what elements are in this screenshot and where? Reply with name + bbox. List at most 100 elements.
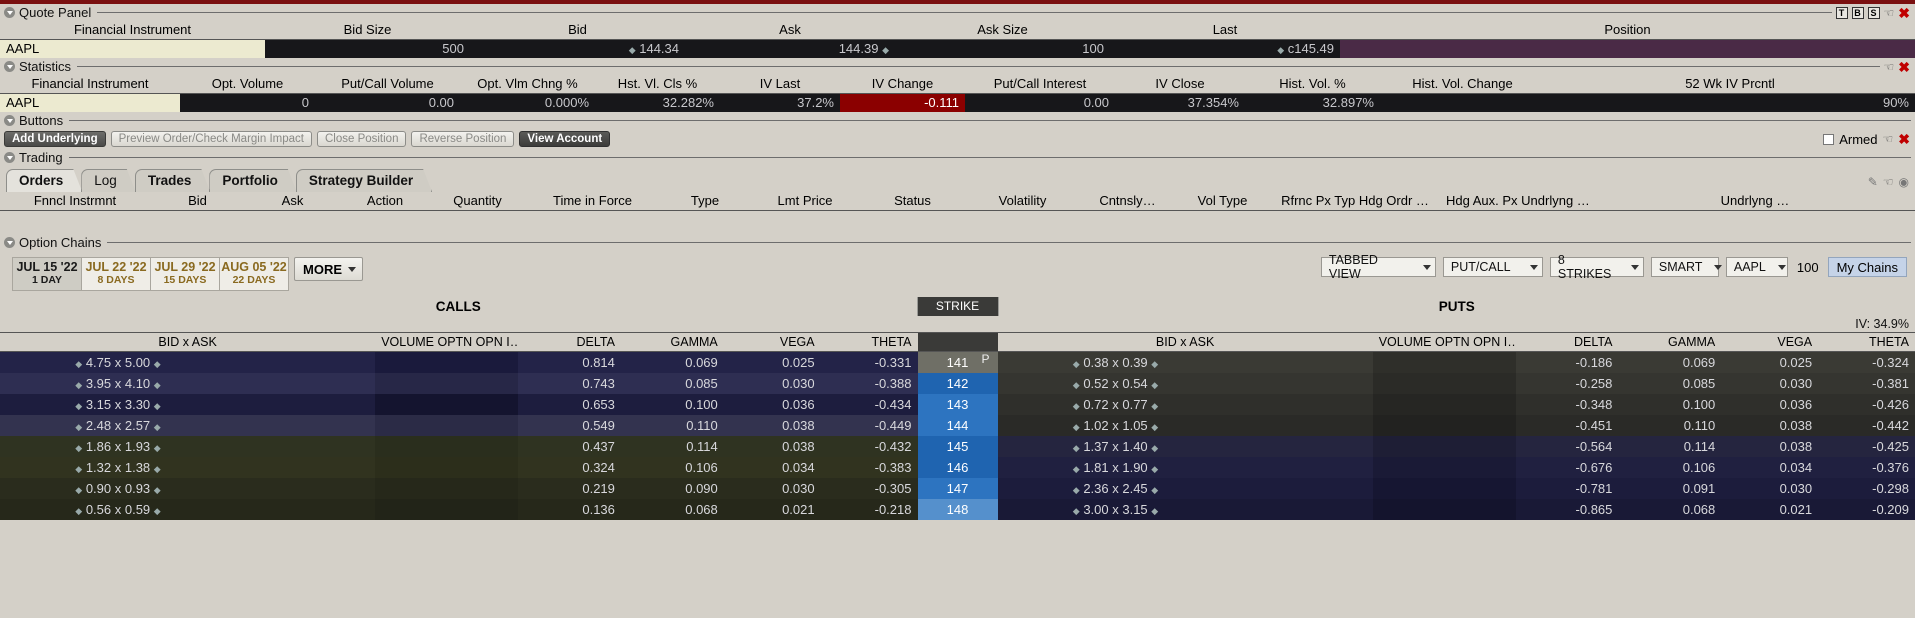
hand-icon[interactable]: ☜ <box>1884 7 1895 19</box>
col-bid[interactable]: Bid <box>150 192 245 211</box>
col-opt-volume[interactable]: Opt. Volume <box>180 75 315 94</box>
armed-control[interactable]: Armed ☜ ✖ <box>1823 132 1915 147</box>
strike-cell[interactable]: 146 <box>917 456 998 478</box>
col-quantity[interactable]: Quantity <box>430 192 525 211</box>
statistics-header-icons[interactable]: ☜ ✖ <box>1884 60 1915 74</box>
strike-row[interactable]: 143 <box>917 393 998 415</box>
put-bid-ask[interactable]: ◆ 2.36 x 2.45 ◆ <box>997 477 1234 499</box>
col-bid-size[interactable]: Bid Size <box>265 21 470 40</box>
col-time-in-force[interactable]: Time in Force <box>525 192 660 211</box>
tab-log[interactable]: Log <box>81 169 136 192</box>
statistics-data-row[interactable]: AAPL 0 0.00 0.000% 32.282% 37.2% -0.111 … <box>0 93 1915 112</box>
col-call-volume-oi[interactable]: VOLUME OPTN OPN I… <box>375 332 519 352</box>
help-icon[interactable]: ◉ <box>1899 175 1909 189</box>
strike-row[interactable]: 141 P <box>917 351 998 373</box>
calls-row[interactable]: ◆ 2.48 x 2.57 ◆ 0.549 0.110 0.038 -0.449 <box>0 414 918 436</box>
col-put-call-volume[interactable]: Put/Call Volume <box>315 75 460 94</box>
put-bid-ask[interactable]: ◆ 0.52 x 0.54 ◆ <box>997 372 1234 394</box>
hand-icon[interactable]: ☜ <box>1884 61 1895 73</box>
col-call-theta[interactable]: THETA <box>820 332 918 352</box>
tab-orders[interactable]: Orders <box>6 169 82 192</box>
call-bid-ask[interactable]: ◆ 4.75 x 5.00 ◆ <box>0 351 237 373</box>
strike-row[interactable]: 142 <box>917 372 998 394</box>
col-fnncl-instrmnt[interactable]: Fnncl Instrmnt <box>0 192 150 211</box>
call-bid-ask[interactable]: ◆ 3.15 x 3.30 ◆ <box>0 393 237 415</box>
puts-row[interactable]: ◆ 1.81 x 1.90 ◆ -0.676 0.106 0.034 -0.376 <box>997 456 1915 478</box>
calls-row[interactable]: ◆ 3.15 x 3.30 ◆ 0.653 0.100 0.036 -0.434 <box>0 393 918 415</box>
call-bid-ask[interactable]: ◆ 1.86 x 1.93 ◆ <box>0 435 237 457</box>
col-put-volume-oi[interactable]: VOLUME OPTN OPN I… <box>1372 332 1516 352</box>
stat-instrument[interactable]: AAPL <box>0 93 180 112</box>
col-call-bid-ask[interactable]: BID x ASK <box>0 332 376 352</box>
col-opt-vlm-chng[interactable]: Opt. Vlm Chng % <box>460 75 595 94</box>
col-put-gamma[interactable]: GAMMA <box>1618 332 1722 352</box>
col-bid[interactable]: Bid <box>470 21 685 40</box>
col-put-vega[interactable]: VEGA <box>1721 332 1819 352</box>
puts-row[interactable]: ◆ 0.52 x 0.54 ◆ -0.258 0.085 0.030 -0.381 <box>997 372 1915 394</box>
strike-row[interactable]: 147 <box>917 477 998 499</box>
col-financial-instrument[interactable]: Financial Instrument <box>0 75 180 94</box>
trading-header-icons[interactable]: ✎ ☜ ◉ <box>1868 175 1915 192</box>
close-icon[interactable]: ✖ <box>1898 6 1910 20</box>
calls-row[interactable]: ◆ 4.75 x 5.00 ◆ 0.814 0.069 0.025 -0.331 <box>0 351 918 373</box>
close-icon[interactable]: ✖ <box>1898 132 1910 146</box>
puts-row[interactable]: ◆ 1.02 x 1.05 ◆ -0.451 0.110 0.038 -0.442 <box>997 414 1915 436</box>
note-icon[interactable]: ✎ <box>1868 175 1878 189</box>
col-hist-vol-change[interactable]: Hist. Vol. Change <box>1380 75 1545 94</box>
col-call-gamma[interactable]: GAMMA <box>620 332 724 352</box>
col-action[interactable]: Action <box>340 192 430 211</box>
col-volatility[interactable]: Volatility <box>965 192 1080 211</box>
strike-cell[interactable]: 147 <box>917 477 998 499</box>
tab-trades[interactable]: Trades <box>135 169 211 192</box>
expiration-tab-jul-22[interactable]: JUL 22 '22 8 DAYS <box>81 257 151 291</box>
col-iv-change[interactable]: IV Change <box>840 75 965 94</box>
call-bid-ask[interactable]: ◆ 0.90 x 0.93 ◆ <box>0 477 237 499</box>
statistics-header[interactable]: Statistics ☜ ✖ <box>0 58 1915 75</box>
col-put-bid-ask[interactable]: BID x ASK <box>997 332 1373 352</box>
col-hst-vl-cls[interactable]: Hst. Vl. Cls % <box>595 75 720 94</box>
strikes-select[interactable]: 8 STRIKES <box>1549 253 1644 281</box>
call-bid-ask[interactable]: ◆ 0.56 x 0.59 ◆ <box>0 498 237 520</box>
col-financial-instrument[interactable]: Financial Instrument <box>0 21 265 40</box>
close-icon[interactable]: ✖ <box>1898 60 1910 74</box>
close-position-button[interactable]: Close Position <box>316 131 407 147</box>
collapse-chevron-icon[interactable] <box>4 115 15 126</box>
col-undrlyng[interactable]: Undrlyng … <box>1595 192 1915 211</box>
reverse-position-button[interactable]: Reverse Position <box>411 131 515 147</box>
strike-cell[interactable]: 141 P <box>917 351 998 373</box>
tab-portfolio[interactable]: Portfolio <box>209 169 297 192</box>
strike-cell[interactable]: 143 <box>917 393 998 415</box>
put-bid-ask[interactable]: ◆ 1.02 x 1.05 ◆ <box>997 414 1234 436</box>
col-ask[interactable]: Ask <box>245 192 340 211</box>
expiration-tab-aug-05[interactable]: AUG 05 '22 22 DAYS <box>219 257 289 291</box>
calls-row[interactable]: ◆ 3.95 x 4.10 ◆ 0.743 0.085 0.030 -0.388 <box>0 372 918 394</box>
col-rfrnc-px-typ[interactable]: Rfrnc Px Typ Hdg Ordr … <box>1270 192 1440 211</box>
collapse-chevron-icon[interactable] <box>4 61 15 72</box>
col-hdg-aux-px[interactable]: Hdg Aux. Px Undrlyng … <box>1440 192 1595 211</box>
col-last[interactable]: Last <box>1110 21 1340 40</box>
puts-row[interactable]: ◆ 0.72 x 0.77 ◆ -0.348 0.100 0.036 -0.426 <box>997 393 1915 415</box>
strike-cell[interactable]: 145 <box>917 435 998 457</box>
symbol-select[interactable]: AAPL <box>1725 257 1788 277</box>
collapse-chevron-icon[interactable] <box>4 237 15 248</box>
view-account-button[interactable]: View Account <box>519 131 611 147</box>
view-mode-select[interactable]: TABBED VIEW <box>1320 253 1436 281</box>
col-call-vega[interactable]: VEGA <box>723 332 821 352</box>
col-vol-type[interactable]: Vol Type <box>1175 192 1270 211</box>
trading-header[interactable]: Trading <box>0 149 1915 166</box>
collapse-chevron-icon[interactable] <box>4 152 15 163</box>
puts-row[interactable]: ◆ 3.00 x 3.15 ◆ -0.865 0.068 0.021 -0.209 <box>997 498 1915 520</box>
tab-strategy-builder[interactable]: Strategy Builder <box>296 169 432 192</box>
quote-data-row[interactable]: AAPL 500 ◆ 144.34 144.39 ◆ 100 ◆ c145.49 <box>0 39 1915 58</box>
expiration-tab-jul-29[interactable]: JUL 29 '22 15 DAYS <box>150 257 220 291</box>
col-iv-last[interactable]: IV Last <box>720 75 840 94</box>
quote-instrument[interactable]: AAPL <box>0 39 265 58</box>
calls-row[interactable]: ◆ 1.86 x 1.93 ◆ 0.437 0.114 0.038 -0.432 <box>0 435 918 457</box>
option-chains-header[interactable]: Option Chains <box>0 234 1915 251</box>
strike-cell[interactable]: 142 <box>917 372 998 394</box>
puts-row[interactable]: ◆ 1.37 x 1.40 ◆ -0.564 0.114 0.038 -0.425 <box>997 435 1915 457</box>
col-iv-close[interactable]: IV Close <box>1115 75 1245 94</box>
col-ask[interactable]: Ask <box>685 21 895 40</box>
quote-panel-header[interactable]: Quote Panel T B S ☜ ✖ <box>0 4 1915 21</box>
call-bid-ask[interactable]: ◆ 2.48 x 2.57 ◆ <box>0 414 237 436</box>
